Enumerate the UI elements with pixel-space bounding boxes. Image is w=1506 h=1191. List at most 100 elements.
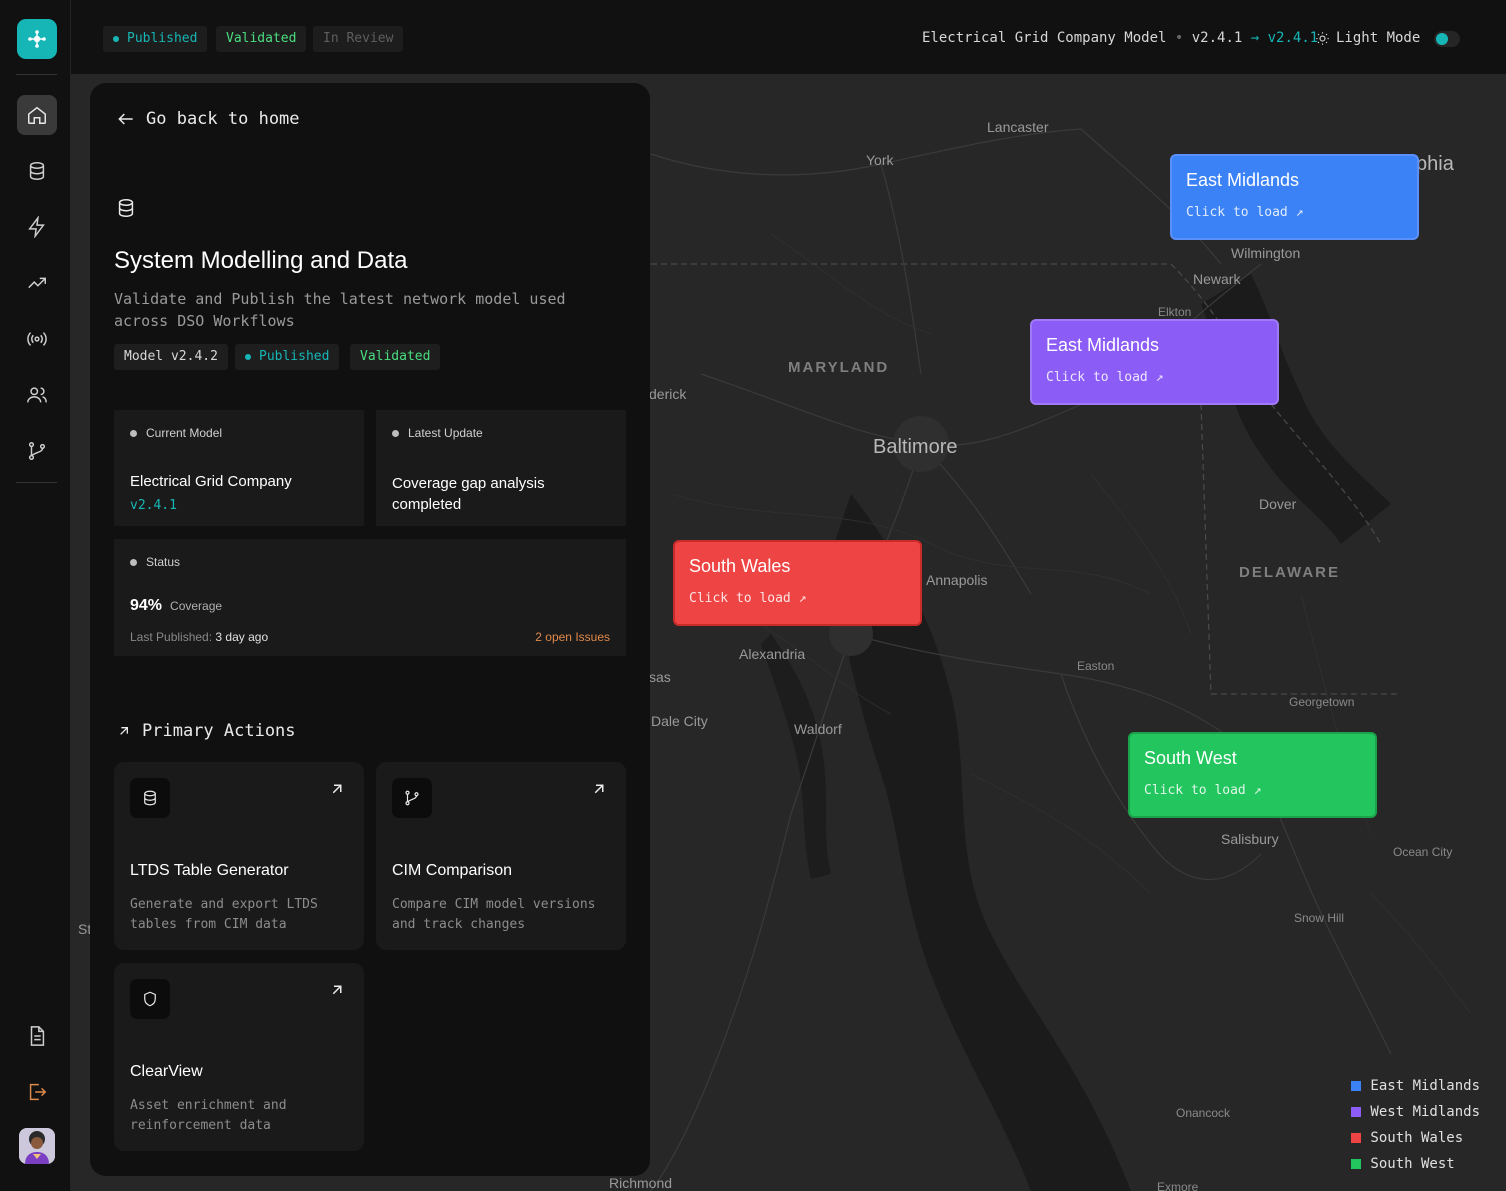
broadcast-icon (27, 332, 47, 346)
lightning-icon (28, 216, 45, 238)
bullet-icon (130, 558, 137, 566)
legend-item: West Midlands (1351, 1099, 1480, 1125)
region-card-link[interactable]: Click to load ↗ (1046, 370, 1263, 385)
avatar[interactable] (19, 1128, 55, 1164)
status-in-review-pill[interactable]: In Review (313, 26, 404, 52)
action-title: LTDS Table Generator (130, 862, 289, 879)
dot-icon (245, 353, 251, 360)
status-published-pill[interactable]: Published (103, 26, 208, 52)
coverage-label: Coverage (170, 599, 223, 613)
place-label: Annapolis (926, 572, 988, 588)
shield-icon (144, 991, 156, 1007)
region-card-south-wales[interactable]: South Wales Click to load ↗ (673, 540, 922, 626)
details-panel: Go back to home System Modelling and Dat… (90, 83, 650, 1176)
model-name: Electrical Grid Company Model (922, 30, 1167, 46)
action-ltds-table-generator[interactable]: LTDS Table Generator Generate and export… (114, 762, 364, 950)
action-icon-box (130, 778, 170, 818)
action-icon-box (392, 778, 432, 818)
version-from: v2.4.1 (1191, 30, 1243, 46)
page-title: System Modelling and Data (114, 247, 408, 274)
legend-item: South Wales (1351, 1125, 1480, 1151)
place-label: Dale City (651, 713, 708, 729)
chip-label: Published (259, 349, 330, 364)
action-clearview[interactable]: ClearView Asset enrichment and reinforce… (114, 963, 364, 1151)
sidebar (0, 0, 71, 1191)
action-description: Generate and export LTDS tables from CIM… (130, 897, 318, 932)
legend-label: West Midlands (1370, 1104, 1480, 1120)
light-mode-label: Light Mode (1336, 30, 1421, 46)
nav-logout[interactable] (17, 1072, 57, 1112)
place-label: sas (649, 669, 671, 685)
sidebar-divider (16, 482, 57, 483)
place-label: Wilmington (1231, 245, 1301, 261)
arrow-right-icon: → (1250, 30, 1260, 46)
action-icon-box (130, 979, 170, 1019)
arrow-up-right-icon: ↗ (1295, 205, 1304, 220)
arrow-up-right-icon (332, 784, 342, 794)
back-to-home-link[interactable]: Go back to home (116, 109, 300, 129)
database-icon (118, 199, 134, 217)
open-issues-link[interactable]: 2 open Issues (535, 630, 610, 644)
card-label: Status (130, 555, 180, 569)
state-label: DELAWARE (1239, 564, 1341, 581)
region-card-east-midlands-2[interactable]: East Midlands Click to load ↗ (1030, 319, 1279, 405)
arrow-left-icon (118, 113, 133, 125)
nav-database[interactable] (17, 151, 57, 191)
current-model-card: Current Model Electrical Grid Company v2… (114, 410, 364, 526)
dot-icon (113, 35, 119, 42)
light-mode-toggle[interactable] (1434, 31, 1460, 47)
home-icon (28, 106, 46, 124)
validated-chip: Validated (350, 344, 441, 370)
top-bar: Published Validated In Review Electrical… (71, 0, 1506, 74)
place-label: derick (649, 386, 687, 402)
latest-update-text: Coverage gap analysis completed (392, 475, 545, 513)
place-label: Snow Hill (1294, 911, 1345, 925)
logout-icon (29, 1083, 47, 1101)
legend-label: South Wales (1370, 1130, 1464, 1146)
region-card-title: South West (1144, 748, 1237, 768)
version-to: v2.4.1 (1267, 30, 1319, 46)
nav-documents[interactable] (17, 1016, 57, 1056)
nav-broadcast[interactable] (17, 319, 57, 359)
nav-analytics[interactable] (17, 263, 57, 303)
legend-item: South West (1351, 1151, 1480, 1177)
region-card-title: East Midlands (1186, 170, 1300, 190)
primary-actions-label: Primary Actions (142, 721, 296, 741)
action-description: Compare CIM model versions and track cha… (392, 897, 596, 932)
git-branch-icon (28, 442, 46, 460)
place-label: Baltimore (873, 436, 958, 458)
region-card-south-west[interactable]: South West Click to load ↗ (1128, 732, 1377, 818)
document-icon (30, 1026, 45, 1046)
nav-users[interactable] (17, 375, 57, 415)
bullet-icon (392, 429, 399, 437)
arrow-up-right-icon: ↗ (1155, 370, 1164, 385)
region-card-link[interactable]: Click to load ↗ (1186, 205, 1403, 220)
region-card-sub: Click to load (1144, 783, 1246, 798)
action-title: CIM Comparison (392, 862, 513, 879)
last-published: Last Published: 3 day ago (130, 630, 268, 644)
region-card-east-midlands[interactable]: East Midlands Click to load ↗ (1170, 154, 1419, 240)
toggle-knob (1436, 33, 1448, 45)
nav-branches[interactable] (17, 431, 57, 471)
published-chip: Published (235, 344, 340, 370)
action-cim-comparison[interactable]: CIM Comparison Compare CIM model version… (376, 762, 626, 950)
app-logo[interactable] (17, 19, 57, 59)
avatar-icon (19, 1128, 55, 1164)
last-published-value: 3 day ago (215, 630, 269, 644)
region-card-link[interactable]: Click to load ↗ (1144, 783, 1361, 798)
light-mode-toggle-label[interactable]: Light Mode (1315, 30, 1420, 46)
arrow-up-right-icon: ↗ (1253, 783, 1262, 798)
place-label: Alexandria (739, 646, 806, 662)
current-model-version: v2.4.1 (130, 498, 177, 513)
model-version-chip: Model v2.4.2 (114, 344, 228, 370)
region-card-title: East Midlands (1046, 335, 1160, 355)
region-card-link[interactable]: Click to load ↗ (689, 591, 906, 606)
place-label: Elkton (1158, 305, 1192, 319)
database-icon (144, 790, 156, 806)
nav-home[interactable] (17, 95, 57, 135)
status-validated-pill[interactable]: Validated (216, 26, 307, 52)
place-label: Lancaster (987, 119, 1049, 135)
status-validated-label: Validated (226, 31, 297, 46)
place-label: Dover (1259, 496, 1297, 512)
nav-energy[interactable] (17, 207, 57, 247)
